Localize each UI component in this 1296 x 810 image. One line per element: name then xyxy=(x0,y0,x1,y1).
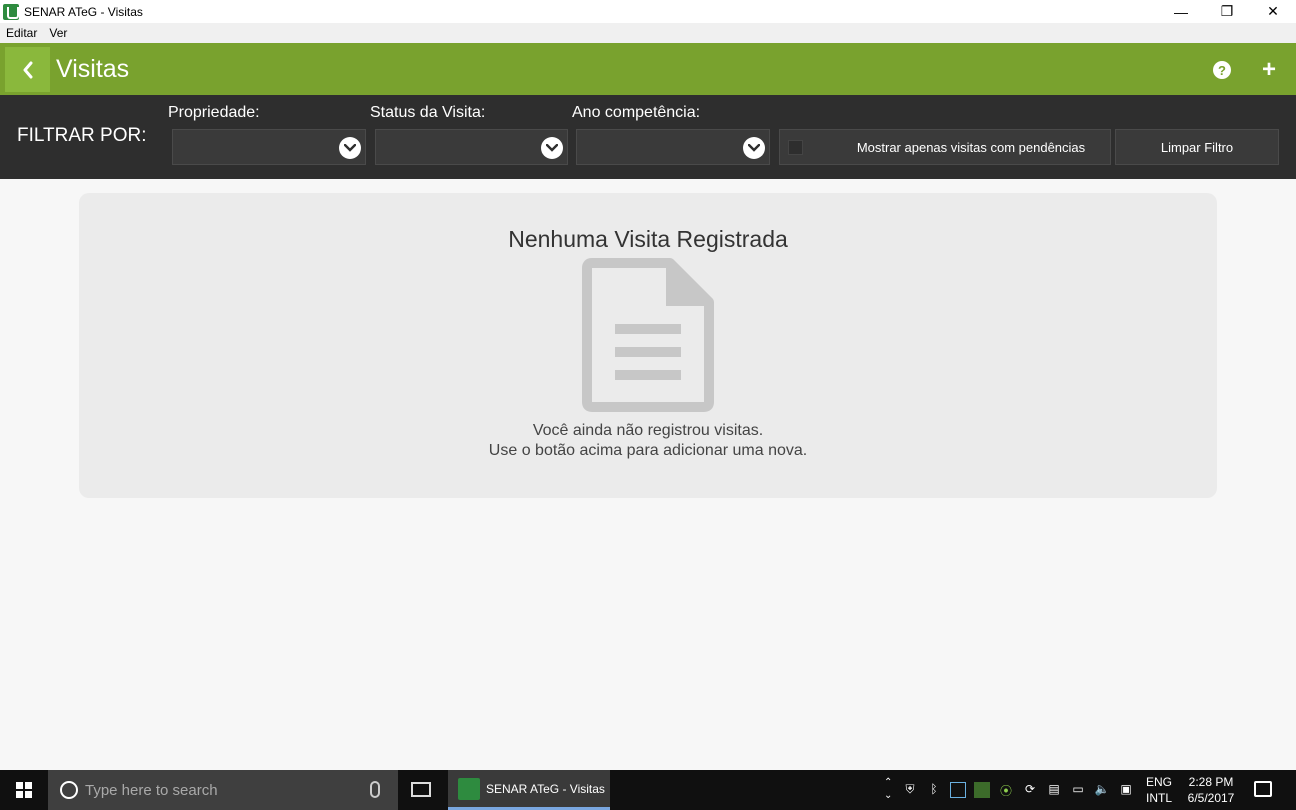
chevron-left-icon xyxy=(23,61,32,78)
cortana-icon xyxy=(60,781,78,799)
pendencias-checkbox[interactable] xyxy=(788,140,803,155)
add-visit-button[interactable]: + xyxy=(1259,58,1279,82)
propriedade-label: Propriedade: xyxy=(168,104,260,121)
empty-state-line2: Use o botão acima para adicionar uma nov… xyxy=(488,442,808,459)
page-header: Visitas xyxy=(0,43,1296,95)
clock-time: 2:28 PM xyxy=(1188,775,1234,789)
app-logo-icon xyxy=(458,777,480,800)
ano-select[interactable] xyxy=(576,129,770,165)
title-bar: SENAR ATeG - Visitas — ❐ ✕ xyxy=(0,0,1296,23)
sync-icon[interactable]: ⟳ xyxy=(1022,782,1038,798)
back-button[interactable] xyxy=(5,47,50,92)
clock-date: 6/5/2017 xyxy=(1187,791,1235,805)
signal-icon[interactable]: ⦿ xyxy=(998,782,1014,798)
network-icon[interactable]: ▣ xyxy=(1118,782,1134,798)
close-button[interactable]: ✕ xyxy=(1250,0,1296,23)
status-select[interactable] xyxy=(375,129,568,165)
taskbar: Type here to search SENAR ATeG - Visitas… xyxy=(0,770,1296,810)
app-logo-icon xyxy=(3,3,19,20)
document-icon xyxy=(582,258,714,412)
task-view-icon[interactable] xyxy=(411,782,431,797)
empty-state-title: Nenhuma Visita Registrada xyxy=(508,226,788,252)
search-placeholder: Type here to search xyxy=(85,782,218,799)
notification-icon[interactable] xyxy=(1254,781,1272,797)
pendencias-toggle[interactable]: Mostrar apenas visitas com pendências xyxy=(779,129,1111,165)
filter-heading: FILTRAR POR: xyxy=(17,125,147,146)
chevron-down-icon xyxy=(339,137,361,159)
start-button[interactable] xyxy=(0,770,48,810)
taskbar-app-label: SENAR ATeG - Visitas xyxy=(486,781,605,796)
menu-bar: Editar Ver xyxy=(0,23,1296,43)
restore-button[interactable]: ❐ xyxy=(1204,0,1250,23)
lang-line2: INTL xyxy=(1146,791,1173,805)
propriedade-select[interactable] xyxy=(172,129,366,165)
filter-bar: FILTRAR POR: Propriedade: Status da Visi… xyxy=(0,95,1296,179)
taskbar-search[interactable]: Type here to search xyxy=(48,770,398,810)
defender-icon[interactable]: ⛨ xyxy=(902,782,918,798)
empty-state-line1: Você ainda não registrou visitas. xyxy=(532,422,764,439)
chevron-down-icon xyxy=(743,137,765,159)
page-title: Visitas xyxy=(56,55,130,83)
clear-filter-button[interactable]: Limpar Filtro xyxy=(1115,129,1279,165)
input-language[interactable]: ENG INTL xyxy=(1146,774,1172,806)
show-hidden-icons-icon[interactable]: ⌃ ⌄ xyxy=(884,776,892,802)
window-controls: — ❐ ✕ xyxy=(1158,0,1296,23)
battery-icon[interactable]: ▭ xyxy=(1070,782,1086,798)
empty-state-card: Nenhuma Visita Registrada Você ainda não… xyxy=(79,193,1217,498)
chevron-down-icon xyxy=(541,137,563,159)
status-label: Status da Visita: xyxy=(370,104,486,121)
system-tray: ⌃ ⌄ ⛨ ᛒ ⦿ ⟳ ▤ ▭ 🔈 ▣ ENG INTL 2:28 PM 6/5/… xyxy=(880,770,1296,810)
minimize-button[interactable]: — xyxy=(1158,0,1204,23)
windows-logo-icon xyxy=(16,782,32,798)
menu-editar[interactable]: Editar xyxy=(0,26,43,40)
bluetooth-icon[interactable]: ᛒ xyxy=(926,782,942,798)
microphone-icon[interactable] xyxy=(370,781,380,798)
clock[interactable]: 2:28 PM 6/5/2017 xyxy=(1180,774,1242,806)
help-icon[interactable]: ? xyxy=(1213,61,1231,79)
ano-label: Ano competência: xyxy=(572,104,701,121)
lang-line1: ENG xyxy=(1146,775,1173,789)
volume-icon[interactable]: 🔈 xyxy=(1094,782,1110,798)
display-icon[interactable]: ▤ xyxy=(1046,782,1062,798)
skype-icon[interactable] xyxy=(950,782,966,798)
pendencias-label: Mostrar apenas visitas com pendências xyxy=(856,139,1086,155)
nvidia-icon[interactable] xyxy=(974,782,990,798)
menu-ver[interactable]: Ver xyxy=(43,26,73,40)
window-title: SENAR ATeG - Visitas xyxy=(24,4,143,19)
taskbar-app-senar[interactable]: SENAR ATeG - Visitas xyxy=(448,770,610,810)
